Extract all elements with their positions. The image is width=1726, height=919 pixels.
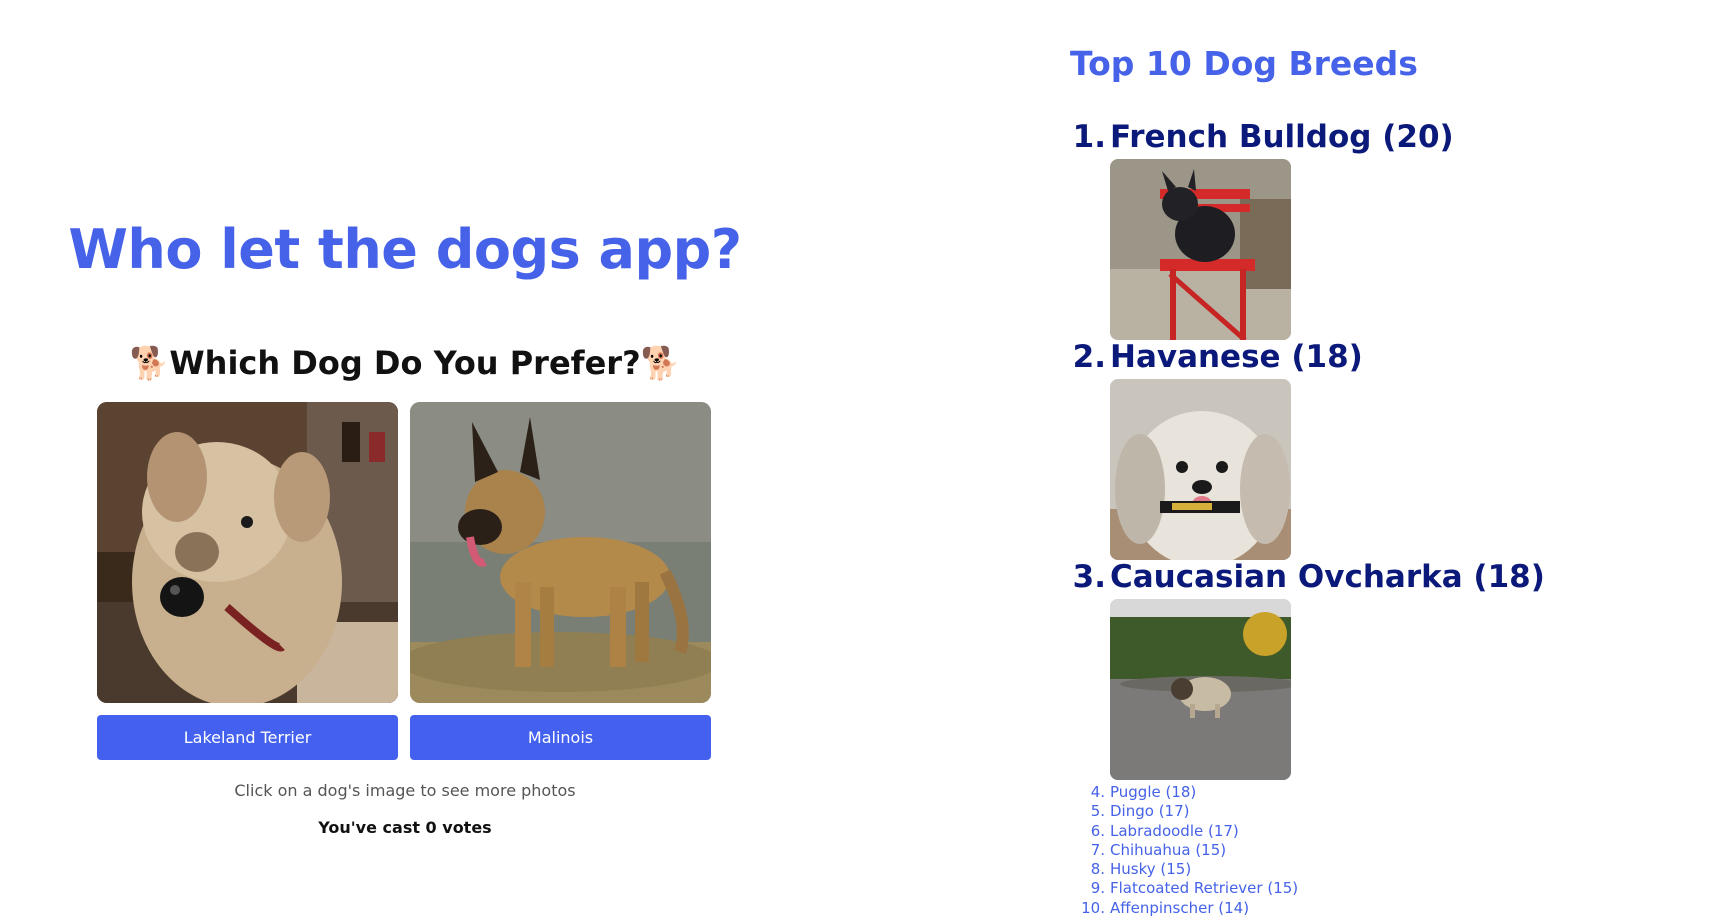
breed-link[interactable]: Flatcoated Retriever (15): [1110, 879, 1298, 897]
voting-panel: Who let the dogs app? 🐕Which Dog Do You …: [0, 0, 810, 919]
breed-photo-2[interactable]: [1110, 379, 1291, 560]
leaderboard-panel: Top 10 Dog Breeds 1. French Bulldog (20): [1070, 0, 1710, 919]
rank-number: 2.: [1072, 339, 1106, 375]
leaderboard-item-5: 5. Dingo (17): [1090, 802, 1190, 821]
leaderboard-rest: 4. Puggle (18) 5. Dingo (17) 6. Labradoodle…: [1070, 783, 1710, 918]
breed-link[interactable]: Puggle (18): [1110, 783, 1196, 801]
vote-button-2[interactable]: Malinois: [410, 715, 711, 760]
leaderboard-item-1: 1. French Bulldog (20): [1070, 119, 1710, 340]
leaderboard-title: Top 10 Dog Breeds: [1070, 44, 1418, 83]
breed-link[interactable]: Labradoodle (17): [1110, 822, 1239, 840]
candidate-photo-2[interactable]: [410, 402, 711, 703]
rank-number: 1.: [1072, 119, 1106, 155]
candidate-card-1: Lakeland Terrier: [97, 402, 398, 760]
leaderboard-item-10: 10. Affenpinscher (14): [1081, 898, 1250, 917]
breed-link[interactable]: Husky (15): [1110, 860, 1191, 878]
photos-hint: Click on a dog's image to see more photo…: [234, 781, 576, 800]
leaderboard-item-6: 6. Labradoodle (17): [1090, 821, 1239, 840]
vote-prompt-text: Which Dog Do You Prefer?: [169, 344, 641, 382]
breed-link[interactable]: Chihuahua (15): [1110, 841, 1226, 859]
breed-label: Havanese (18): [1110, 339, 1363, 375]
breed-link[interactable]: Dingo (17): [1110, 802, 1189, 820]
breed-photo-3[interactable]: [1110, 599, 1291, 780]
breed-link[interactable]: Affenpinscher (14): [1110, 899, 1249, 917]
leaderboard-item-9: 9. Flatcoated Retriever (15): [1090, 879, 1299, 898]
app-title: Who let the dogs app?: [68, 218, 742, 281]
vote-button-1[interactable]: Lakeland Terrier: [97, 715, 398, 760]
vote-prompt: 🐕Which Dog Do You Prefer?🐕: [0, 344, 810, 382]
leaderboard-item-8: 8. Husky (15): [1090, 860, 1192, 879]
rank-number: 3.: [1072, 559, 1106, 595]
dog-emoji-left-icon: 🐕: [129, 344, 170, 382]
candidate-photo-1[interactable]: [97, 402, 398, 703]
dog-emoji-right-icon: 🐕: [640, 344, 681, 382]
breed-label: French Bulldog (20): [1110, 119, 1454, 155]
leaderboard-item-3: 3. Caucasian Ovcharka (18): [1070, 559, 1710, 780]
breed-photo-1[interactable]: [1110, 159, 1291, 340]
vote-count: You've cast 0 votes: [318, 818, 492, 837]
leaderboard-item-7: 7. Chihuahua (15): [1090, 840, 1227, 859]
breed-label: Caucasian Ovcharka (18): [1110, 559, 1545, 595]
candidate-card-2: Malinois: [410, 402, 711, 760]
leaderboard-item-2: 2. Havanese (18): [1070, 339, 1710, 560]
leaderboard-item-4: 4. Puggle (18): [1090, 783, 1197, 801]
